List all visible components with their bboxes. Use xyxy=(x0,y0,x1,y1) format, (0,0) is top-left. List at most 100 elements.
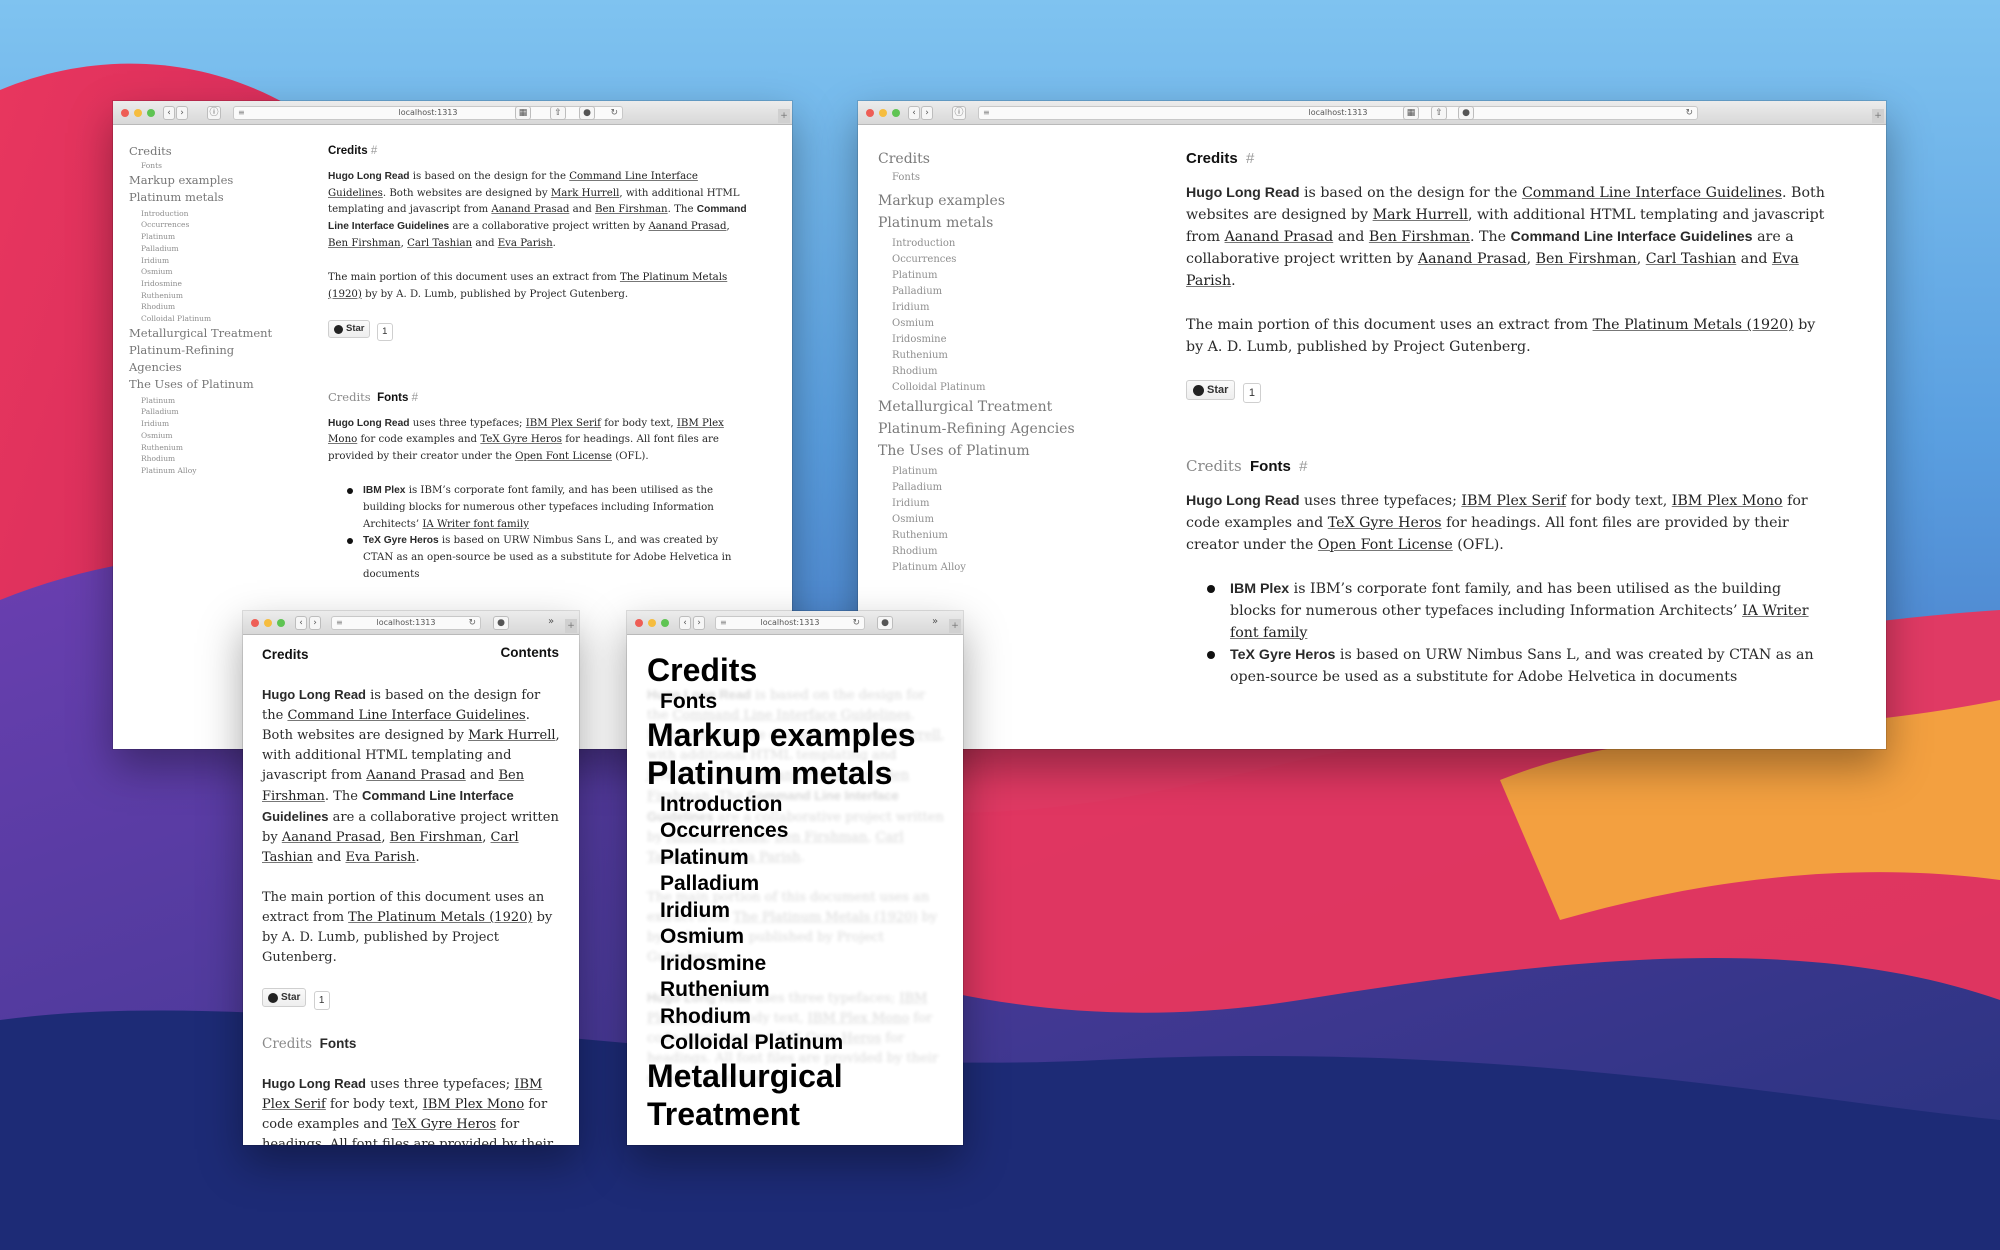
link-aanand-prasad[interactable]: Aanand Prasad xyxy=(282,830,382,845)
link-open-font-license[interactable]: Open Font License xyxy=(515,451,612,462)
nav-item-markup[interactable]: Markup examples xyxy=(878,190,1098,212)
link-open-font-license[interactable]: Open Font License xyxy=(1318,537,1453,553)
menu-sub-item[interactable]: Occurrences xyxy=(647,818,916,845)
link-mark-hurrell[interactable]: Mark Hurrell xyxy=(551,188,620,199)
forward-icon[interactable]: › xyxy=(309,616,321,630)
link-ibm-plex-serif[interactable]: IBM Plex Serif xyxy=(526,418,601,429)
menu-item-credits[interactable]: Credits xyxy=(647,651,916,689)
reload-icon[interactable]: ↻ xyxy=(1685,107,1693,119)
link-platinum-metals-book[interactable]: The Platinum Metals (1920) xyxy=(348,910,532,925)
nav-item-metallurgical[interactable]: Metallurgical Treatment xyxy=(878,396,1098,418)
minimize-window-button[interactable] xyxy=(648,619,656,627)
address-bar[interactable]: ≡ localhost:1313 ↻ xyxy=(715,616,865,630)
extension-icon[interactable]: ● xyxy=(877,616,893,630)
privacy-report-icon[interactable]: ⓘ xyxy=(207,106,221,120)
nav-sub-item[interactable]: Osmium xyxy=(892,512,1098,528)
contents-button[interactable]: Contents xyxy=(501,645,560,660)
menu-sub-item[interactable]: Introduction xyxy=(647,792,916,819)
nav-sub-item[interactable]: Palladium xyxy=(141,243,279,255)
github-star-button[interactable]: Star xyxy=(262,988,307,1007)
link-ben-firshman[interactable]: Ben Firshman xyxy=(1536,251,1637,267)
nav-sub-item[interactable]: Platinum xyxy=(892,268,1098,284)
nav-sub-item[interactable]: Colloidal Platinum xyxy=(892,380,1098,396)
menu-sub-item[interactable]: Colloidal Platinum xyxy=(647,1030,916,1057)
nav-item-uses[interactable]: The Uses of Platinum xyxy=(878,440,1098,462)
nav-sub-item[interactable]: Rhodium xyxy=(892,544,1098,560)
nav-sub-item[interactable]: Platinum xyxy=(892,464,1098,480)
extension-icon[interactable]: ● xyxy=(579,106,595,120)
more-icon[interactable]: » xyxy=(932,616,938,627)
back-icon[interactable]: ‹ xyxy=(295,616,307,630)
breadcrumb[interactable]: Credits xyxy=(1186,457,1242,475)
link-platinum-metals-book[interactable]: The Platinum Metals (1920) xyxy=(1593,317,1794,333)
nav-item-credits[interactable]: Credits xyxy=(878,148,1098,170)
new-tab-button[interactable]: + xyxy=(565,619,577,633)
menu-sub-item[interactable]: Iridosmine xyxy=(647,951,916,978)
nav-sub-item[interactable]: Palladium xyxy=(892,480,1098,496)
nav-sub-item[interactable]: Iridium xyxy=(141,255,279,267)
nav-item-uses[interactable]: The Uses of Platinum xyxy=(129,376,279,393)
minimize-window-button[interactable] xyxy=(134,109,142,117)
nav-sub-item[interactable]: Rhodium xyxy=(141,301,279,313)
link-aanand-prasad[interactable]: Aanand Prasad xyxy=(491,204,569,215)
zoom-window-button[interactable] xyxy=(277,619,285,627)
extension-icon[interactable]: ● xyxy=(493,616,509,630)
share-icon[interactable]: ⇧ xyxy=(1431,106,1447,120)
breadcrumb[interactable]: Credits xyxy=(262,1036,312,1052)
link-ben-firshman[interactable]: Ben Firshman xyxy=(328,238,401,249)
nav-item-refining[interactable]: Platinum-Refining Agencies xyxy=(878,418,1098,440)
extension-icon[interactable]: ● xyxy=(1458,106,1474,120)
reload-icon[interactable]: ↻ xyxy=(610,107,618,119)
link-ibm-plex-mono[interactable]: IBM Plex Mono xyxy=(423,1097,525,1112)
close-window-button[interactable] xyxy=(121,109,129,117)
menu-sub-item[interactable]: Platinum xyxy=(647,845,916,872)
link-eva-parish[interactable]: Eva Parish xyxy=(498,238,553,249)
link-tex-gyre-heros[interactable]: TeX Gyre Heros xyxy=(480,434,562,445)
nav-sub-item[interactable]: Colloidal Platinum xyxy=(141,313,279,325)
nav-sub-item[interactable]: Iridium xyxy=(892,496,1098,512)
reader-mode-icon[interactable]: ≡ xyxy=(238,107,245,119)
nav-sub-item[interactable]: Iridosmine xyxy=(141,278,279,290)
forward-icon[interactable]: › xyxy=(921,106,933,120)
link-ibm-plex-serif[interactable]: IBM Plex Serif xyxy=(1461,493,1566,509)
link-ia-writer[interactable]: IA Writer font family xyxy=(422,519,529,530)
menu-item-metallurgical[interactable]: Metallurgical Treatment xyxy=(647,1057,907,1133)
breadcrumb[interactable]: Credits xyxy=(328,390,371,404)
nav-sub-item[interactable]: Introduction xyxy=(141,208,279,220)
back-icon[interactable]: ‹ xyxy=(163,106,175,120)
menu-sub-item[interactable]: Ruthenium xyxy=(647,977,916,1004)
star-count[interactable]: 1 xyxy=(313,990,330,1010)
nav-sub-item[interactable]: Iridium xyxy=(892,300,1098,316)
link-ben-firshman[interactable]: Ben Firshman xyxy=(390,830,483,845)
link-mark-hurrell[interactable]: Mark Hurrell xyxy=(468,728,555,743)
menu-sub-item[interactable]: Rhodium xyxy=(647,1004,916,1031)
anchor-link[interactable]: # xyxy=(412,392,418,404)
anchor-link[interactable]: # xyxy=(371,145,377,157)
nav-sub-item[interactable]: Ruthenium xyxy=(141,290,279,302)
reader-mode-icon[interactable]: ≡ xyxy=(336,617,343,629)
link-ben-firshman[interactable]: Ben Firshman xyxy=(1369,229,1470,245)
nav-sub-item[interactable]: Iridosmine xyxy=(892,332,1098,348)
reader-mode-icon[interactable]: ≡ xyxy=(720,617,727,629)
nav-sub-item[interactable]: Osmium xyxy=(892,316,1098,332)
link-carl-tashian[interactable]: Carl Tashian xyxy=(407,238,472,249)
forward-icon[interactable]: › xyxy=(693,616,705,630)
zoom-window-button[interactable] xyxy=(147,109,155,117)
nav-sub-item[interactable]: Occurrences xyxy=(141,219,279,231)
link-carl-tashian[interactable]: Carl Tashian xyxy=(1646,251,1737,267)
close-window-button[interactable] xyxy=(251,619,259,627)
nav-sub-item[interactable]: Palladium xyxy=(141,406,279,418)
nav-sub-item[interactable]: Osmium xyxy=(141,430,279,442)
menu-sub-item[interactable]: Osmium xyxy=(647,924,916,951)
reader-mode-icon[interactable]: ≡ xyxy=(983,107,990,119)
anchor-link[interactable]: # xyxy=(1246,150,1254,167)
link-clig[interactable]: Command Line Interface Guidelines xyxy=(287,708,525,723)
link-tex-gyre-heros[interactable]: TeX Gyre Heros xyxy=(1328,515,1442,531)
tabs-overview-icon[interactable]: ▦ xyxy=(515,106,531,120)
star-count[interactable]: 1 xyxy=(376,322,393,341)
link-tex-gyre-heros[interactable]: TeX Gyre Heros xyxy=(392,1117,496,1132)
nav-item-credits[interactable]: Credits xyxy=(129,143,279,160)
nav-sub-item[interactable]: Platinum Alloy xyxy=(141,465,279,477)
minimize-window-button[interactable] xyxy=(264,619,272,627)
more-icon[interactable]: » xyxy=(548,616,554,627)
